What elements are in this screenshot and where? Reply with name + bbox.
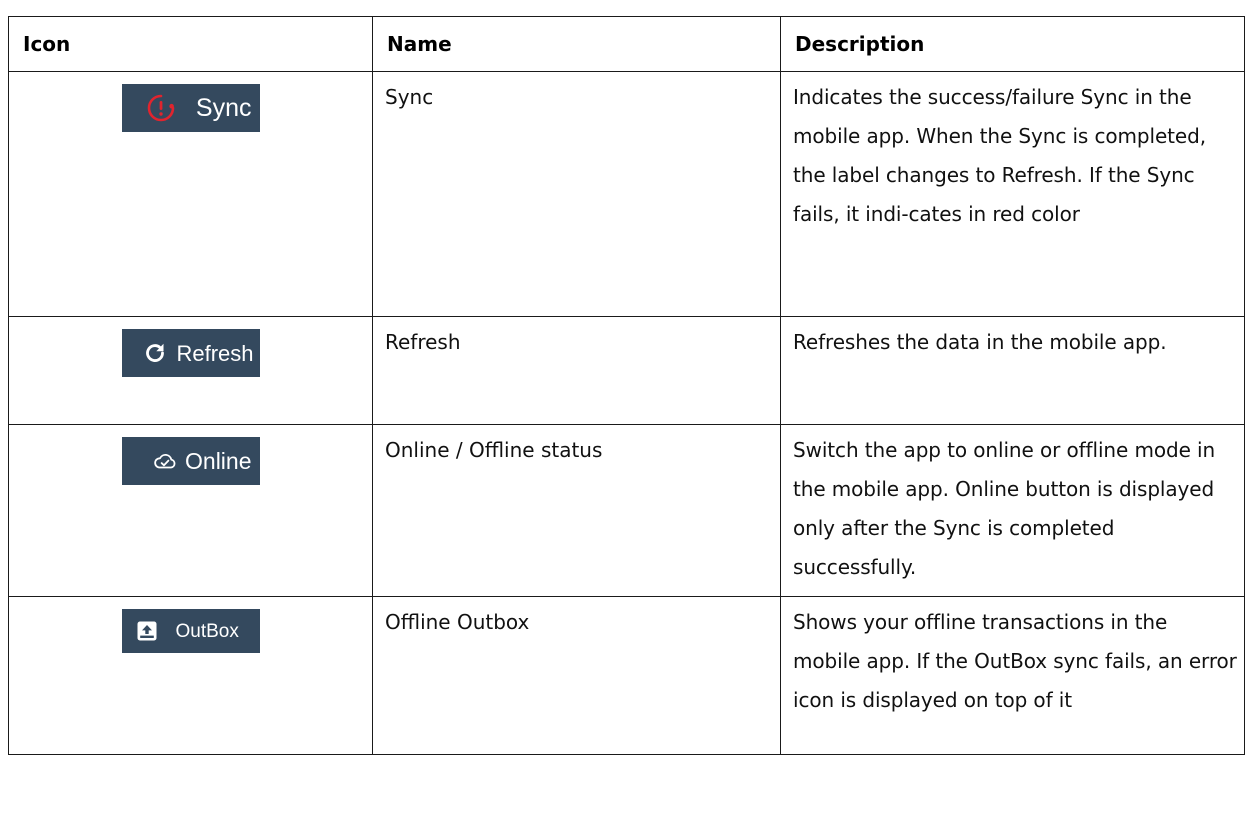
name-cell: Offline Outbox [372,596,781,755]
header-description: Description [780,16,1245,72]
icon-cell: Refresh [8,316,373,425]
table-row: OutBox Offline Outbox Shows your offline… [8,596,1245,755]
icon-cell: Online [8,424,373,597]
online-button[interactable]: Online [121,437,260,485]
description-cell: Indicates the success/failure Sync in th… [780,71,1245,317]
outbox-button[interactable]: OutBox [121,609,260,653]
refresh-button[interactable]: Refresh [121,329,260,377]
icons-table: Icon Name Description Sync Sync Indicate… [8,16,1245,755]
table-row: Online Online / Offline status Switch th… [8,424,1245,597]
sync-button-label: Sync [195,93,252,122]
icon-cell: OutBox [8,596,373,755]
icon-cell: Sync [8,71,373,317]
online-button-label: Online [185,447,252,474]
header-icon: Icon [8,16,373,72]
name-cell: Sync [372,71,781,317]
table-row: Sync Sync Indicates the success/failure … [8,71,1245,317]
table-row: Refresh Refresh Refreshes the data in th… [8,316,1245,425]
description-cell: Shows your offline transactions in the m… [780,596,1245,755]
sync-button[interactable]: Sync [121,84,260,132]
description-cell: Switch the app to online or offline mode… [780,424,1245,597]
description-cell: Refreshes the data in the mobile app. [780,316,1245,425]
outbox-upload-icon [137,621,157,641]
sync-error-icon [146,93,176,123]
refresh-button-label: Refresh [176,340,254,366]
name-cell: Refresh [372,316,781,425]
name-cell: Online / Offline status [372,424,781,597]
cloud-check-icon [154,453,176,469]
outbox-button-label: OutBox [175,620,239,642]
header-name: Name [372,16,781,72]
refresh-icon [144,342,166,364]
table-header-row: Icon Name Description [8,16,1245,72]
